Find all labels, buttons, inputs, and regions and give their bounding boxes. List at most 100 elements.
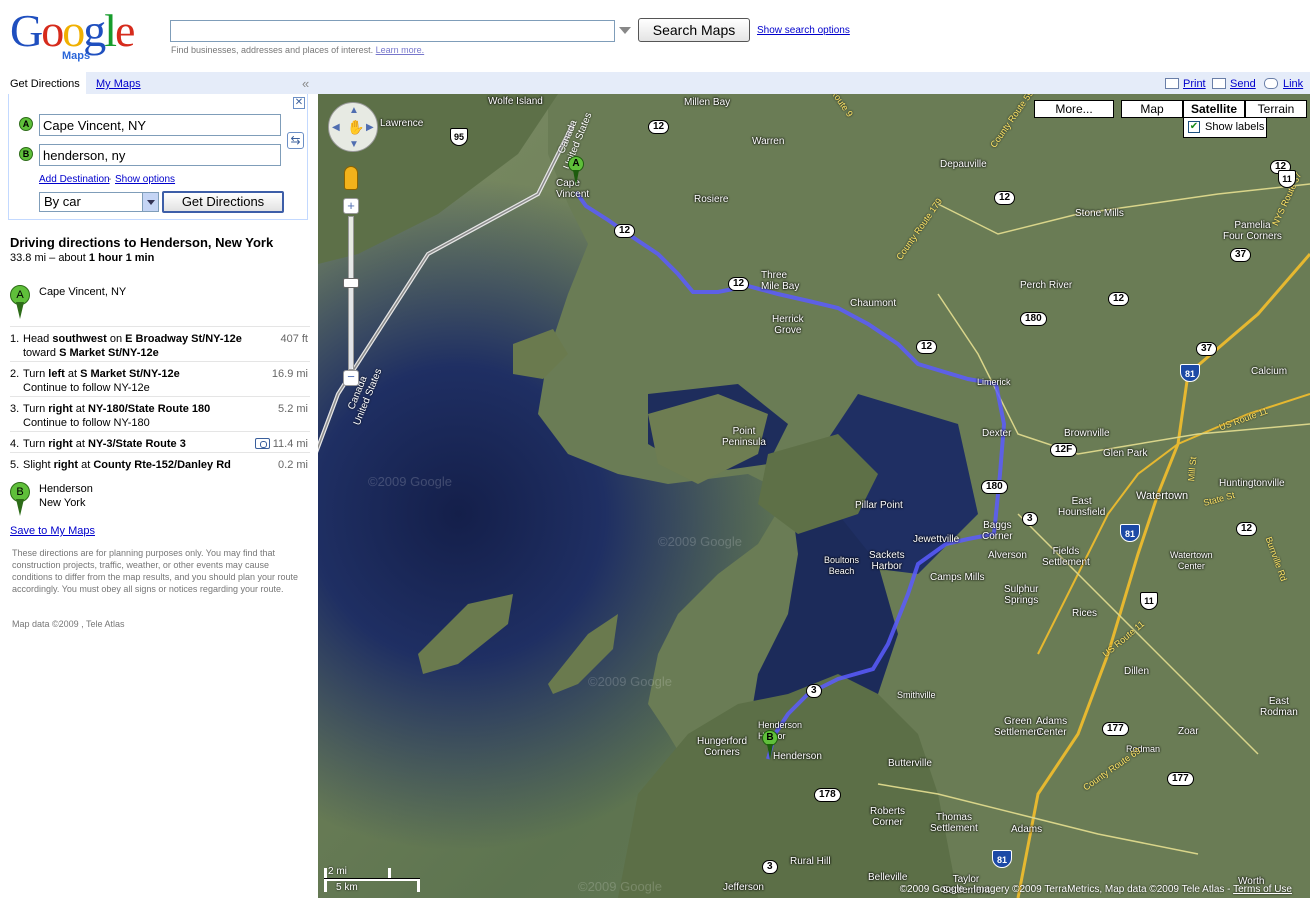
route-time: 1 hour 1 min	[88, 252, 155, 264]
step-text: toward	[23, 347, 60, 359]
route-shield: 12	[1236, 522, 1258, 536]
step-number: 3.	[10, 403, 20, 415]
link-link[interactable]: Link	[1283, 78, 1303, 90]
place-label: Alverson	[988, 550, 1027, 561]
search-maps-button[interactable]: Search Maps	[638, 18, 750, 42]
tab-get-directions[interactable]: Get Directions	[0, 72, 86, 94]
save-to-my-maps-link[interactable]: Save to My Maps	[10, 525, 95, 537]
direction-step[interactable]: 1. Head southwest on E Broadway St/NY-12…	[10, 326, 310, 360]
zoom-slider-handle[interactable]	[343, 278, 359, 288]
direction-step[interactable]: 2. Turn left at S Market St/NY-12e Conti…	[10, 361, 310, 395]
end-pin-icon[interactable]: B	[10, 482, 30, 516]
get-directions-button[interactable]: Get Directions	[162, 191, 284, 213]
pan-right-icon[interactable]: ▶	[366, 122, 374, 133]
direction-step[interactable]: 3. Turn right at NY-180/State Route 180 …	[10, 396, 310, 430]
tab-my-maps[interactable]: My Maps	[96, 72, 141, 96]
place-label: Sulphur Springs	[1004, 584, 1039, 606]
scale-km: 5 km	[336, 882, 358, 893]
pan-down-icon[interactable]: ▼	[349, 139, 359, 150]
show-options-link[interactable]: Show options	[115, 174, 175, 185]
print-link[interactable]: Print	[1183, 78, 1206, 90]
from-address-field[interactable]	[39, 114, 281, 136]
marker-tail	[767, 744, 773, 760]
satellite-map[interactable]: ©2009 Google ©2009 Google ©2009 Google ©…	[318, 94, 1310, 898]
step-bold: County Rte-152/Danley Rd	[93, 459, 231, 471]
step-subtext: toward S Market St/NY-12e	[23, 346, 159, 360]
collapse-panel-icon[interactable]: «	[302, 76, 309, 91]
map-type-terrain-button[interactable]: Terrain	[1245, 100, 1307, 118]
route-shield: 12	[614, 224, 636, 238]
place-label: Three Mile Bay	[761, 270, 800, 292]
travel-mode-select[interactable]: By car	[39, 192, 159, 212]
google-maps-logo[interactable]: Google Maps	[10, 8, 160, 64]
map-type-map-button[interactable]: Map	[1121, 100, 1183, 118]
step-text: at	[78, 459, 94, 471]
step-subtext: Continue to follow NY-180	[23, 417, 150, 429]
step-text: Turn	[23, 403, 49, 415]
start-pin-icon[interactable]: A	[10, 285, 30, 319]
place-label: Calcium	[1251, 366, 1288, 377]
map-toolbar: Print Send Link	[316, 72, 1310, 94]
step-number: 2.	[10, 368, 20, 380]
logo-letter: g	[83, 5, 106, 56]
reverse-directions-icon[interactable]: ⇆	[287, 132, 304, 149]
place-label: Sackets Harbor	[869, 550, 905, 572]
place-label: Rices	[1072, 608, 1098, 619]
direction-step[interactable]: 4. Turn right at NY-3/State Route 3 11.4…	[10, 431, 310, 453]
zoom-in-button[interactable]: +	[343, 198, 359, 214]
step-subtext: Continue to follow NY-12e	[23, 382, 150, 394]
scale-bar	[324, 878, 420, 881]
logo-subtitle: Maps	[62, 50, 91, 62]
show-labels-label: Show labels	[1205, 121, 1265, 133]
search-hint: Find businesses, addresses and places of…	[171, 45, 424, 55]
place-label: Watertown	[1136, 490, 1189, 502]
place-label: Hungerford Corners	[697, 736, 748, 758]
directions-panel: Get Directions My Maps « ✕ A B ⇆ Add Des…	[0, 72, 316, 898]
place-label: Pillar Point	[855, 500, 903, 511]
place-label: Dexter	[982, 428, 1012, 439]
camera-icon[interactable]	[255, 438, 270, 449]
zoom-out-button[interactable]: −	[343, 370, 359, 386]
step-bold: S Market St/NY-12e	[80, 368, 180, 380]
place-label: Stone Mills	[1075, 208, 1124, 219]
step-bold: left	[48, 368, 65, 380]
search-input[interactable]	[170, 20, 615, 42]
step-distance: 0.2 mi	[278, 459, 308, 471]
route-shield: 3	[806, 684, 822, 698]
step-number: 5.	[10, 459, 20, 471]
place-label: Roberts Corner	[870, 806, 906, 828]
route-end-marker-icon[interactable]: B	[762, 730, 778, 760]
search-history-dropdown-icon[interactable]	[619, 27, 631, 34]
pan-left-icon[interactable]: ◀	[332, 122, 340, 133]
search-hint-text: Find businesses, addresses and places of…	[171, 45, 374, 55]
hand-icon[interactable]: ✋	[347, 119, 364, 136]
learn-more-link[interactable]: Learn more.	[376, 45, 425, 55]
show-search-options-link[interactable]: Show search options	[757, 25, 850, 36]
step-instruction: Head southwest on E Broadway St/NY-12e	[23, 332, 253, 346]
pan-control[interactable]: ▲ ◀ ▶ ▼ ✋	[328, 102, 378, 152]
terms-of-use-link[interactable]: Terms of Use	[1233, 884, 1292, 895]
checkmark-icon[interactable]: ✔	[1188, 121, 1200, 133]
direction-step[interactable]: 5. Slight right at County Rte-152/Danley…	[10, 452, 310, 474]
close-icon[interactable]: ✕	[293, 97, 305, 109]
add-destination-link[interactable]: Add Destination	[39, 174, 110, 185]
map-copyright: ©2009 Google - Imagery ©2009 TerraMetric…	[900, 884, 1292, 895]
chain-link-icon[interactable]	[1264, 78, 1278, 89]
envelope-icon[interactable]	[1212, 78, 1226, 89]
start-location-label: Cape Vincent, NY	[39, 286, 127, 298]
show-labels-checkbox[interactable]: ✔ Show labels	[1183, 118, 1267, 138]
route-start-marker-icon[interactable]: A	[568, 156, 584, 186]
to-address-field[interactable]	[39, 144, 281, 166]
chevron-down-icon[interactable]	[142, 193, 158, 211]
step-text: at	[72, 438, 89, 450]
step-bold: southwest	[52, 333, 107, 345]
route-shield: 12	[648, 120, 670, 134]
map-type-satellite-button[interactable]: Satellite	[1183, 100, 1245, 118]
more-layers-button[interactable]: More...	[1034, 100, 1114, 118]
logo-letter: G	[10, 5, 43, 56]
send-link[interactable]: Send	[1230, 78, 1256, 90]
pan-up-icon[interactable]: ▲	[349, 105, 359, 116]
street-view-pegman-icon[interactable]	[344, 166, 358, 190]
printer-icon[interactable]	[1165, 78, 1179, 89]
zoom-track[interactable]	[348, 216, 354, 370]
